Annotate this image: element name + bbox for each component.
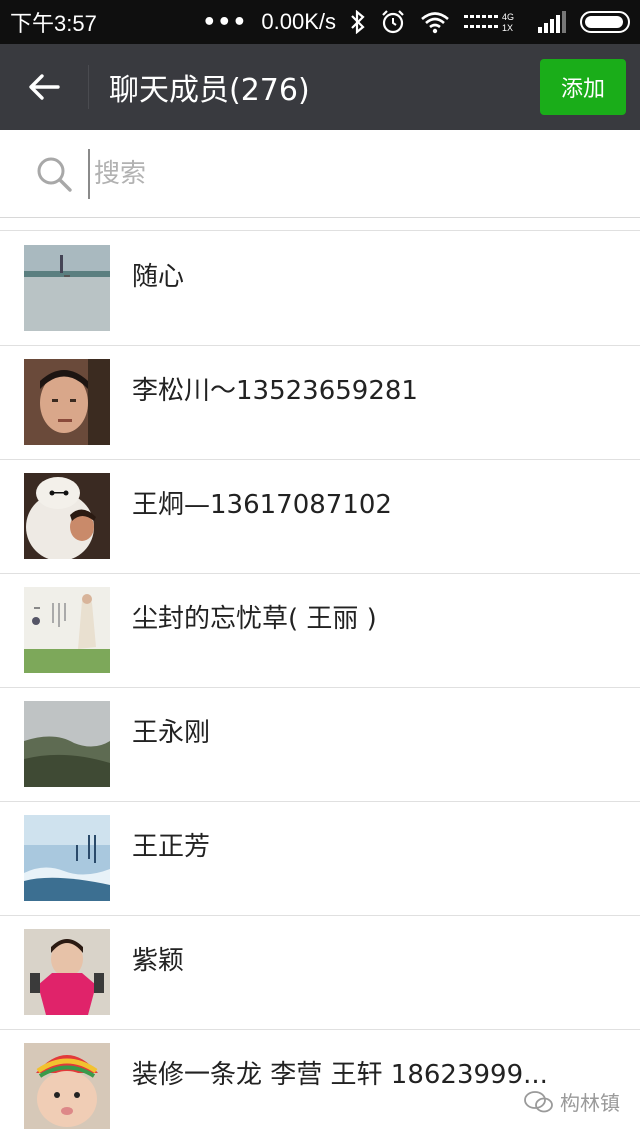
status-bar: 下午3:57 ••• 0.00K/s 4G 1X [0,0,640,44]
list-item[interactable]: 紫颖 [0,916,640,1030]
header-divider [88,65,89,109]
app-header: 聊天成员(276) 添加 [0,44,640,130]
list-item[interactable]: 尘封的忘忧草( 王丽 ) [0,574,640,688]
search-bar [0,130,640,218]
member-name: 装修一条龙 李营 王轩 18623999... [132,1060,548,1090]
alarm-clock-icon [380,9,406,35]
member-name: 李松川～13523659281 [132,376,418,406]
avatar [24,815,110,901]
cellular-4g-icon: 4G 1X [464,9,524,35]
avatar [24,587,110,673]
wifi-icon [420,10,450,34]
avatar [24,359,110,445]
svg-text:4G: 4G [502,12,514,22]
battery-icon [580,11,630,33]
list-item[interactable]: 装修一条龙 李营 王轩 18623999... [0,1030,640,1138]
member-list: 随心 李松川～13523659281 王炯—13617087102 尘封的忘忧草… [0,232,640,1138]
member-name: 尘封的忘忧草( 王丽 ) [132,604,377,634]
search-icon [37,157,72,192]
back-button[interactable] [0,44,88,130]
list-separator [0,219,640,231]
member-name: 王炯—13617087102 [132,490,392,520]
watermark-text: 构林镇 [560,1091,620,1115]
member-name: 随心 [132,262,185,292]
list-item[interactable]: 李松川～13523659281 [0,346,640,460]
avatar [24,473,110,559]
avatar [24,1043,110,1129]
member-name: 王正芳 [132,832,211,862]
avatar [24,701,110,787]
page-title: 聊天成员(276) [109,73,310,108]
wechat-logo-icon [524,1090,553,1112]
member-name: 王永刚 [132,718,211,748]
member-name: 紫颖 [132,946,185,976]
back-arrow-icon [29,74,60,100]
network-speed: 0.00K/s [261,9,336,34]
list-item[interactable]: 随心 [0,232,640,346]
signal-strength-icon [538,11,566,33]
avatar [24,929,110,1015]
status-indicators: ••• 0.00K/s 4G 1X [202,9,630,35]
battery-level [585,16,623,28]
wechat-watermark: 构林镇 [524,1087,620,1116]
add-member-button[interactable]: 添加 [540,59,626,115]
notification-dots: ••• [202,9,248,35]
list-item[interactable]: 王炯—13617087102 [0,460,640,574]
avatar [24,245,110,331]
search-input[interactable] [88,148,568,199]
list-item[interactable]: 王正芳 [0,802,640,916]
bluetooth-icon [350,10,366,34]
status-time: 下午3:57 [10,11,97,36]
svg-text:1X: 1X [502,23,513,33]
list-item[interactable]: 王永刚 [0,688,640,802]
